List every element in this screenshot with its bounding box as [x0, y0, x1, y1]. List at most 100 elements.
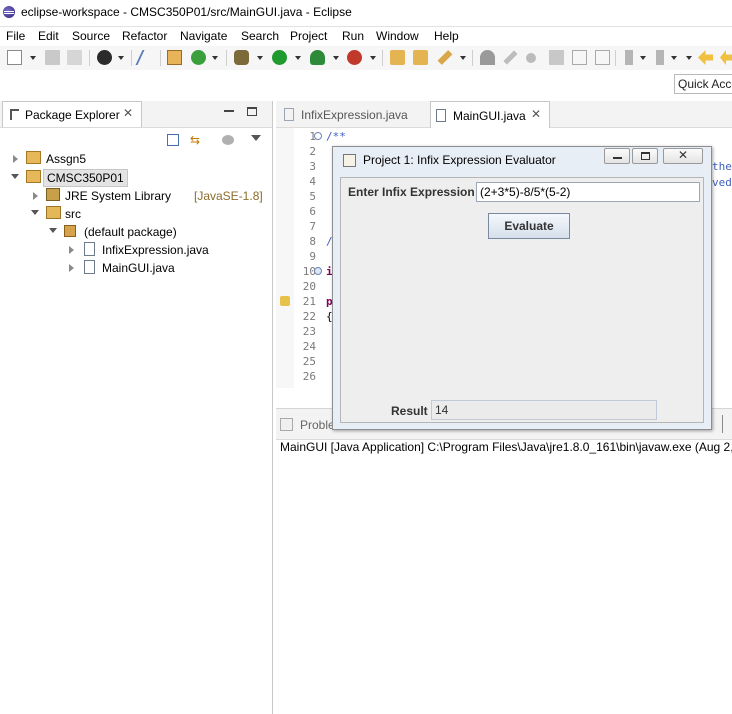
dialog-title: Project 1: Infix Expression Evaluator: [363, 153, 556, 167]
warning-lightbulb-icon[interactable]: [280, 296, 290, 306]
block-select-icon[interactable]: [572, 50, 587, 65]
external-tools-icon[interactable]: [347, 50, 362, 65]
eclipse-icon: [3, 6, 15, 18]
project-icon: [26, 151, 41, 164]
menu-run[interactable]: Run: [342, 29, 364, 43]
new-icon[interactable]: [7, 50, 22, 65]
tree-label: (default package): [84, 225, 177, 239]
line-number: 22: [302, 310, 316, 323]
menu-project[interactable]: Project: [290, 29, 327, 43]
coverage-icon[interactable]: [310, 50, 325, 65]
evaluate-button[interactable]: Evaluate: [488, 213, 570, 239]
toolbar-separator: [89, 50, 90, 66]
java-file-icon: [284, 108, 294, 121]
tab-infixexpression-java[interactable]: InfixExpression.java: [280, 104, 420, 126]
annotation-icon[interactable]: [526, 53, 536, 63]
minimize-icon[interactable]: [224, 110, 234, 112]
debug-icon[interactable]: [234, 50, 249, 65]
menu-navigate[interactable]: Navigate: [180, 29, 227, 43]
menu-edit[interactable]: Edit: [38, 29, 59, 43]
infix-expression-label: Enter Infix Expression: [348, 185, 475, 199]
tree-label: MainGUI.java: [102, 261, 175, 275]
prev-annotation-icon[interactable]: [656, 50, 664, 65]
save-icon[interactable]: [45, 50, 60, 65]
collapse-icon[interactable]: [49, 228, 57, 233]
line-number: 10: [302, 265, 316, 278]
maximize-icon: [641, 152, 650, 160]
tab-maingui-java[interactable]: MainGUI.java ✕: [430, 101, 550, 128]
run-icon[interactable]: [272, 50, 287, 65]
back-icon[interactable]: [698, 50, 713, 65]
expand-icon[interactable]: [33, 192, 38, 200]
line-number: 3: [309, 160, 316, 173]
coverage-dropdown-icon[interactable]: [333, 56, 339, 60]
minimize-button[interactable]: [604, 148, 630, 164]
maximize-button[interactable]: [632, 148, 658, 164]
toggle-icon[interactable]: [549, 50, 564, 65]
toolbar-separator: [615, 50, 616, 66]
line-number: 8: [309, 235, 316, 248]
refresh-dropdown-icon[interactable]: [212, 56, 218, 60]
expand-icon[interactable]: [69, 264, 74, 272]
open-type-icon[interactable]: [167, 50, 182, 65]
maximize-icon[interactable]: [247, 107, 257, 116]
menu-file[interactable]: File: [6, 29, 25, 43]
run-dropdown-icon[interactable]: [295, 56, 301, 60]
toolbar-separator: [226, 50, 227, 66]
package-explorer-tab[interactable]: Package Explorer ✕: [2, 101, 142, 127]
menu-source[interactable]: Source: [72, 29, 110, 43]
menu-window[interactable]: Window: [376, 29, 419, 43]
close-icon[interactable]: ✕: [531, 107, 541, 121]
tab-problems[interactable]: Proble: [300, 418, 335, 432]
pen-dropdown-icon[interactable]: [460, 56, 466, 60]
collapse-icon[interactable]: [11, 174, 19, 179]
line-number: 25: [302, 355, 316, 368]
code-fragment: the: [712, 160, 732, 173]
open-folder-icon[interactable]: [413, 50, 428, 65]
menu-help[interactable]: Help: [434, 29, 459, 43]
fold-collapse-icon[interactable]: [314, 132, 322, 140]
tree-decoration: [JavaSE-1.8]: [194, 189, 263, 203]
next-annotation-dropdown-icon[interactable]: [640, 56, 646, 60]
infix-expression-input[interactable]: (2+3*5)-8/5*(5-2): [476, 182, 700, 202]
collapse-all-icon[interactable]: [167, 134, 179, 146]
profile-icon[interactable]: [97, 50, 112, 65]
pencil-icon[interactable]: [503, 50, 518, 65]
menu-refactor[interactable]: Refactor: [122, 29, 167, 43]
menu-search[interactable]: Search: [241, 29, 279, 43]
refresh-icon[interactable]: [191, 50, 206, 65]
line-number: 26: [302, 370, 316, 383]
toolbar-separator: [131, 50, 132, 66]
show-whitespace-icon[interactable]: [595, 50, 610, 65]
java-file-icon: [84, 242, 95, 256]
debug-dropdown-icon[interactable]: [257, 56, 263, 60]
link-with-editor-icon[interactable]: ⇆: [190, 134, 204, 146]
console-launch-line: MainGUI [Java Application] C:\Program Fi…: [280, 440, 732, 454]
next-annotation-icon[interactable]: [625, 50, 633, 65]
expand-icon[interactable]: [69, 246, 74, 254]
new-dropdown-icon[interactable]: [30, 56, 36, 60]
result-label: Result: [391, 404, 428, 418]
java-file-icon: [84, 260, 95, 274]
collapse-icon[interactable]: [31, 210, 39, 215]
pin-icon[interactable]: [480, 50, 495, 65]
fold-expand-icon[interactable]: [314, 267, 322, 275]
filters-icon[interactable]: [222, 135, 234, 145]
console-scroll-lock-icon[interactable]: [722, 415, 723, 433]
skip-breakpoints-icon[interactable]: [135, 50, 153, 65]
view-menu-icon[interactable]: [251, 135, 261, 141]
back-icon-2[interactable]: [720, 50, 732, 65]
close-icon[interactable]: ✕: [123, 106, 133, 120]
pen-icon[interactable]: [437, 50, 453, 65]
external-tools-dropdown-icon[interactable]: [370, 56, 376, 60]
close-button[interactable]: ✕: [663, 148, 703, 164]
profile-dropdown-icon[interactable]: [118, 56, 124, 60]
new-java-project-icon[interactable]: [390, 50, 405, 65]
prev-annotation-dropdown-icon[interactable]: [671, 56, 677, 60]
save-all-icon[interactable]: [67, 50, 82, 65]
quick-access-input[interactable]: Quick Access: [674, 74, 732, 94]
expand-icon[interactable]: [13, 155, 18, 163]
package-icon: [64, 225, 76, 237]
code-fragment: ved: [712, 176, 732, 189]
more-dropdown-icon[interactable]: [686, 56, 692, 60]
